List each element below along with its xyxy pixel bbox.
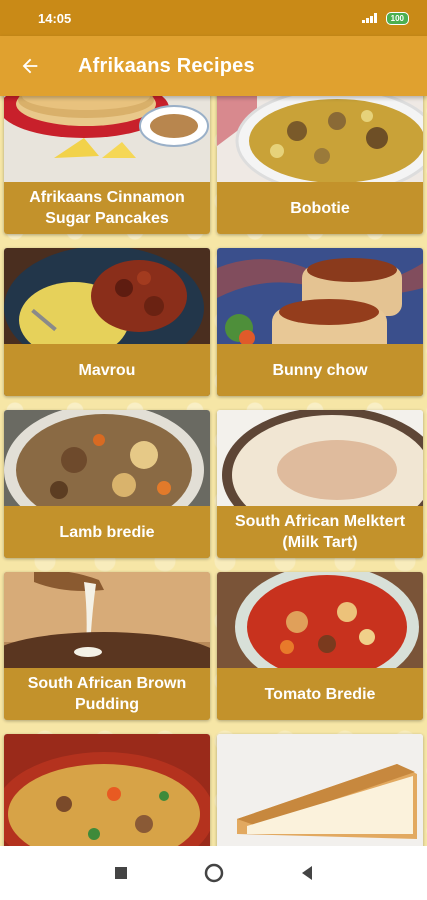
recipe-card[interactable]: Mavrou (4, 248, 210, 396)
arrow-left-icon (22, 58, 38, 74)
recipe-image-tart-slice (217, 734, 423, 846)
battery-icon: 100 (385, 11, 409, 25)
status-icons: 100 (361, 11, 409, 25)
recipe-card[interactable]: Tomato Bredie (217, 572, 423, 720)
home-button[interactable] (200, 859, 228, 887)
recipe-title: Mavrou (4, 344, 210, 396)
recipe-title: South African Melktert (Milk Tart) (217, 506, 423, 558)
recipe-card[interactable] (217, 734, 423, 846)
system-back-button[interactable] (293, 859, 321, 887)
circle-icon (204, 863, 223, 883)
recipe-title: Afrikaans Cinnamon Sugar Pancakes (4, 182, 210, 234)
back-button[interactable] (0, 36, 60, 96)
recipe-card[interactable]: South African Melktert (Milk Tart) (217, 410, 423, 558)
system-nav-bar (0, 846, 427, 900)
recipe-card[interactable] (4, 734, 210, 846)
recipe-title: Lamb bredie (4, 506, 210, 558)
recipe-card[interactable]: Afrikaans Cinnamon Sugar Pancakes (4, 96, 210, 234)
recipe-title: Bobotie (217, 182, 423, 234)
recents-button[interactable] (107, 859, 135, 887)
page-title: Afrikaans Recipes (78, 54, 255, 77)
recipe-list[interactable]: Afrikaans Cinnamon Sugar Pancakes Boboti… (0, 96, 427, 846)
signal-icon (361, 13, 380, 23)
triangle-back-icon (301, 866, 312, 880)
recipe-card[interactable]: South African Brown Pudding (4, 572, 210, 720)
recipe-image-stew (4, 734, 210, 846)
app-bar: Afrikaans Recipes (0, 36, 427, 96)
status-bar: 14:05 100 (0, 0, 427, 36)
recipe-title: Tomato Bredie (217, 668, 423, 720)
recipe-card[interactable]: Bunny chow (217, 248, 423, 396)
recipe-card[interactable]: Bobotie (217, 96, 423, 234)
square-icon (114, 867, 127, 879)
recipe-card[interactable]: Lamb bredie (4, 410, 210, 558)
recipe-title: Bunny chow (217, 344, 423, 396)
status-time: 14:05 (38, 10, 72, 26)
recipe-title: South African Brown Pudding (4, 668, 210, 720)
